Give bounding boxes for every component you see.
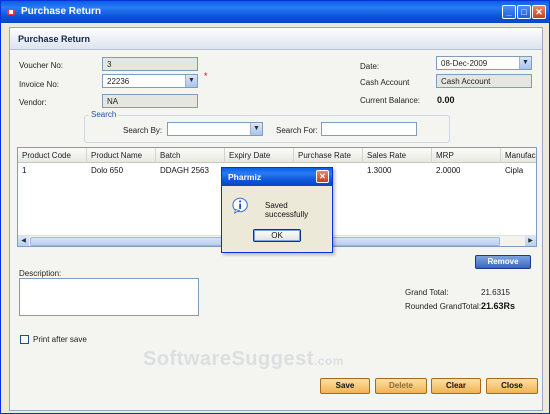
section-title: Purchase Return <box>18 34 91 44</box>
vendor-label: Vendor: <box>19 98 47 107</box>
scroll-left-icon[interactable]: ◀ <box>18 236 29 246</box>
cash-account-field[interactable]: Cash Account <box>436 74 532 88</box>
chevron-down-icon[interactable]: ▼ <box>519 57 531 69</box>
dialog-message: Saved successfully <box>265 201 309 219</box>
app-icon <box>7 9 15 15</box>
description-textarea[interactable] <box>19 278 199 316</box>
table-cell: Cipla <box>505 166 524 175</box>
table-cell: DDAGH 2563 <box>160 166 209 175</box>
search-group: Search Search By: ▼ Search For: <box>84 110 450 143</box>
voucher-no-field[interactable]: 3 <box>102 57 198 71</box>
invoice-no-label: Invoice No: <box>19 80 60 89</box>
required-marker: * <box>204 71 208 81</box>
dialog-titlebar[interactable]: Pharmiz ✕ <box>222 168 332 186</box>
close-button[interactable]: Close <box>486 378 538 394</box>
clear-button[interactable]: Clear <box>431 378 481 394</box>
grid-header: Product Code Product Name Batch Expiry D… <box>18 148 536 163</box>
message-dialog: Pharmiz ✕ Saved successfully OK <box>221 167 333 253</box>
minimize-button[interactable]: _ <box>502 5 516 19</box>
grand-total-value: 21.6315 <box>481 288 510 297</box>
search-by-label: Search By: <box>123 126 163 135</box>
watermark-suffix: .com <box>313 354 344 368</box>
remove-button[interactable]: Remove <box>475 255 531 269</box>
table-cell: 1 <box>22 166 27 175</box>
watermark-text: SoftwareSuggest <box>143 348 314 370</box>
description-label: Description: <box>19 269 62 278</box>
table-cell: 2.0000 <box>436 166 461 175</box>
current-balance-label: Current Balance: <box>360 96 421 105</box>
section-header: Purchase Return <box>10 28 542 50</box>
column-header[interactable]: Sales Rate <box>363 148 432 163</box>
table-cell: 1.3000 <box>367 166 392 175</box>
rounded-grand-total-label: Rounded GrandTotal: <box>405 302 482 311</box>
window-title: Purchase Return <box>21 6 102 17</box>
window-titlebar[interactable]: Purchase Return _ □ ✕ <box>1 1 549 23</box>
ok-button[interactable]: OK <box>253 229 301 242</box>
watermark: SoftwareSuggest.com <box>143 348 344 371</box>
rounded-grand-total-value: 21.63Rs <box>481 301 516 311</box>
column-header[interactable]: Expiry Date <box>225 148 294 163</box>
date-label: Date: <box>360 62 380 71</box>
search-for-label: Search For: <box>276 126 318 135</box>
scroll-right-icon[interactable]: ▶ <box>525 236 536 246</box>
chevron-down-icon[interactable]: ▼ <box>250 123 262 135</box>
invoice-no-value: 22236 <box>107 77 130 86</box>
column-header[interactable]: Product Code <box>18 148 87 163</box>
date-picker[interactable]: 08-Dec-2009 ▼ <box>436 56 532 70</box>
column-header[interactable]: Product Name <box>87 148 156 163</box>
search-legend: Search <box>89 110 119 119</box>
invoice-no-combobox[interactable]: 22236 ▼ <box>102 74 198 88</box>
cash-account-label: Cash Account <box>360 78 410 87</box>
print-after-save-checkbox[interactable] <box>20 335 29 344</box>
save-button[interactable]: Save <box>320 378 370 394</box>
vendor-field[interactable]: NA <box>102 94 198 108</box>
grand-total-label: Grand Total: <box>405 288 449 297</box>
voucher-no-label: Voucher No: <box>19 61 64 70</box>
dialog-close-button[interactable]: ✕ <box>316 170 329 183</box>
print-after-save-label: Print after save <box>33 335 87 344</box>
window-close-button[interactable]: ✕ <box>532 5 546 19</box>
delete-button[interactable]: Delete <box>375 378 427 394</box>
search-by-combobox[interactable]: ▼ <box>167 122 263 136</box>
table-cell: Dolo 650 <box>91 166 124 175</box>
dialog-title: Pharmiz <box>228 172 262 182</box>
date-value: 08-Dec-2009 <box>441 59 488 68</box>
search-for-input[interactable] <box>321 122 417 136</box>
column-header[interactable]: MRP <box>432 148 501 163</box>
column-header[interactable]: Batch <box>156 148 225 163</box>
column-header[interactable]: Manufac <box>501 148 536 163</box>
maximize-button[interactable]: □ <box>517 5 531 19</box>
info-icon <box>232 197 248 214</box>
chevron-down-icon[interactable]: ▼ <box>185 75 197 87</box>
column-header[interactable]: Purchase Rate <box>294 148 363 163</box>
current-balance-value: 0.00 <box>437 95 455 105</box>
